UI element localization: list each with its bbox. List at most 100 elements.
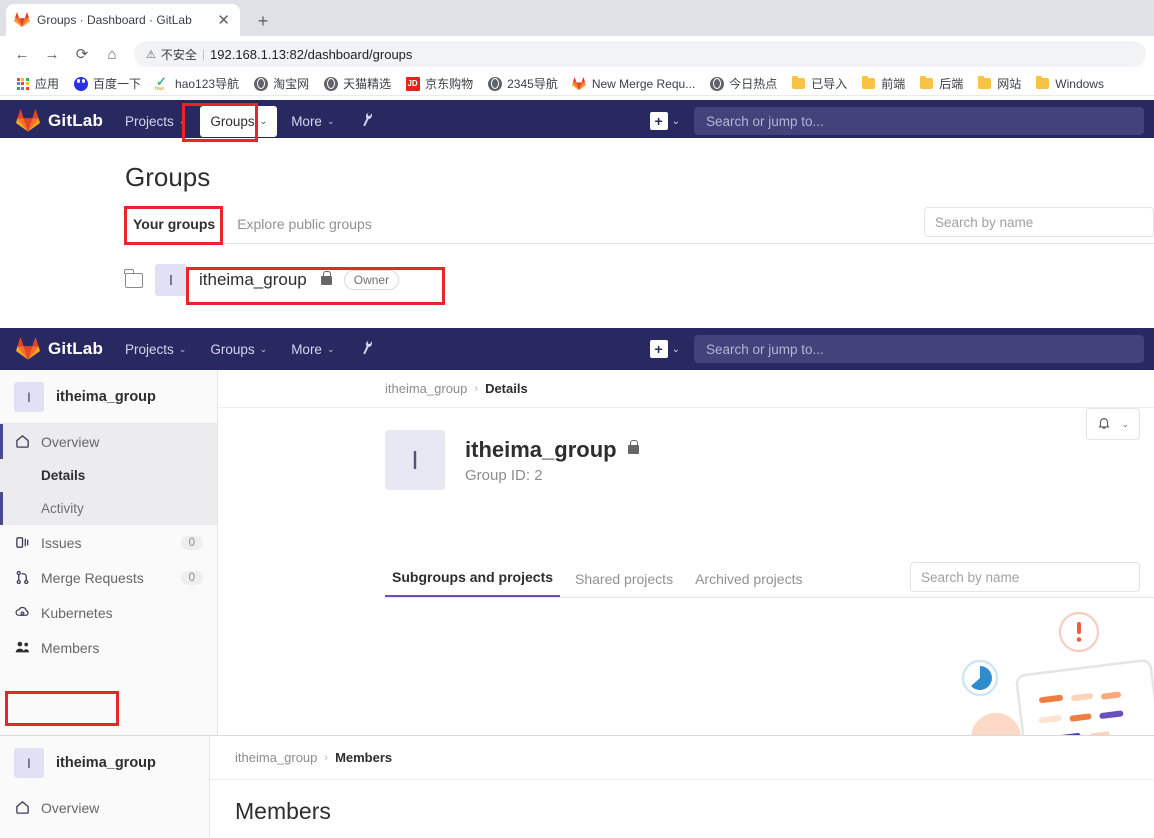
nav-projects-2[interactable]: Projects ⌄	[115, 334, 196, 365]
sidebar-item-details[interactable]: Details	[0, 459, 217, 492]
sidebar-item-activity[interactable]: Activity	[0, 492, 217, 525]
search-by-name-input-1[interactable]: Search by name	[924, 207, 1154, 237]
bookmark-tmall[interactable]: 天猫精选	[316, 73, 398, 95]
bookmark-2345[interactable]: 2345导航	[480, 73, 565, 95]
nav-groups-2[interactable]: Groups ⌄	[200, 334, 277, 365]
chevron-down-icon[interactable]: ⌄	[672, 344, 680, 355]
breadcrumb-current: Details	[485, 381, 528, 396]
tab-your-groups[interactable]: Your groups	[125, 216, 223, 243]
breadcrumb-3: itheima_group › Members	[210, 736, 1154, 780]
sidebar-item-overview-3[interactable]: Overview	[0, 790, 209, 825]
breadcrumb-root[interactable]: itheima_group	[385, 381, 467, 396]
nav-label: Projects	[125, 113, 174, 129]
sidebar-item-merge-requests[interactable]: Merge Requests 0	[0, 560, 217, 595]
gitlab-logo-link-2[interactable]: GitLab	[10, 337, 113, 361]
hao123-icon	[155, 74, 170, 92]
forward-icon[interactable]: →	[38, 40, 66, 68]
nav-projects-1[interactable]: Projects ⌄	[115, 106, 196, 137]
bookmark-taobao[interactable]: 淘宝网	[246, 73, 316, 95]
sidebar-item-label: Merge Requests	[41, 569, 144, 586]
sidebar-item-label: Overview	[41, 799, 100, 816]
jd-icon: JD	[405, 76, 420, 91]
breadcrumb: itheima_group › Details	[218, 370, 1154, 408]
wrench-icon[interactable]	[346, 328, 389, 369]
sidebar-item-overview[interactable]: Overview	[0, 424, 217, 459]
kubernetes-icon	[14, 605, 31, 620]
group-sidebar: I itheima_group Overview Details Activit…	[0, 370, 218, 735]
search-input-2[interactable]: Search or jump to...	[694, 335, 1144, 363]
folder-icon	[791, 76, 806, 91]
sidebar-item-kubernetes[interactable]: Kubernetes	[0, 595, 217, 630]
back-icon[interactable]: ←	[8, 40, 36, 68]
bookmark-folder-imported[interactable]: 已导入	[784, 73, 854, 95]
sidebar-item-label: Details	[41, 468, 86, 483]
tab-explore-public-groups[interactable]: Explore public groups	[229, 216, 380, 243]
search-input-1[interactable]: Search or jump to...	[694, 107, 1144, 135]
group-details-content: itheima_group › Details I itheima_group …	[218, 370, 1154, 735]
avatar: I	[155, 264, 187, 296]
wrench-icon[interactable]	[346, 100, 389, 141]
new-tab-button[interactable]: +	[250, 8, 276, 34]
lock-icon	[320, 270, 332, 285]
gitlab-navbar-2: GitLab Projects ⌄ Groups ⌄ More ⌄ + ⌄ Se…	[0, 328, 1154, 370]
omnibox-divider: |	[201, 47, 206, 61]
bookmark-new-merge-request[interactable]: New Merge Requ...	[565, 73, 702, 95]
navbar-right-2: + ⌄ Search or jump to...	[649, 335, 1144, 363]
bookmark-label: 天猫精选	[343, 77, 392, 91]
sidebar-item-label: Activity	[41, 501, 84, 516]
bookmark-apps[interactable]: 应用	[8, 73, 66, 95]
group-list-item[interactable]: I itheima_group Owner	[124, 256, 1154, 304]
tab-title: Groups · Dashboard · GitLab	[37, 13, 192, 27]
breadcrumb-separator: ›	[474, 382, 479, 395]
gitlab-logo-icon	[16, 337, 40, 361]
merge-request-icon	[14, 570, 31, 585]
chevron-down-icon: ⌄	[178, 343, 187, 354]
sidebar-overview-group: Overview Details Activity	[0, 424, 217, 525]
nav-more-1[interactable]: More ⌄	[281, 106, 344, 137]
search-by-name-input-2[interactable]: Search by name	[910, 562, 1140, 592]
members-page-title: Members	[235, 798, 331, 824]
new-item-icon[interactable]: +	[649, 112, 668, 130]
tab-shared-projects[interactable]: Shared projects	[568, 571, 680, 597]
home-icon[interactable]: ⌂	[98, 40, 126, 68]
status-badge: Owner	[343, 270, 400, 290]
nav-more-2[interactable]: More ⌄	[281, 334, 344, 365]
chevron-down-icon[interactable]: ⌄	[672, 116, 680, 127]
chevron-down-icon: ⌄	[178, 115, 187, 126]
sidebar-group-name: itheima_group	[56, 755, 156, 771]
globe-icon	[323, 76, 338, 91]
tab-subgroups-and-projects[interactable]: Subgroups and projects	[385, 569, 561, 597]
bookmark-hao123[interactable]: hao123导航	[148, 73, 246, 95]
group-details-panel: GitLab Projects ⌄ Groups ⌄ More ⌄ + ⌄ Se…	[0, 328, 1154, 735]
new-item-icon[interactable]: +	[649, 340, 668, 358]
bookmark-folder-backend[interactable]: 后端	[912, 73, 970, 95]
browser-tab[interactable]: Groups · Dashboard · GitLab ✕	[6, 4, 240, 36]
address-bar[interactable]: ⚠ 不安全 | 192.168.1.13:82/dashboard/groups	[134, 41, 1146, 67]
gitlab-logo-link[interactable]: GitLab	[10, 109, 113, 133]
nav-groups-1[interactable]: Groups ⌄	[200, 105, 278, 137]
reload-icon[interactable]: ⟳	[68, 40, 96, 68]
bookmark-jinri-redian[interactable]: 今日热点	[702, 73, 784, 95]
breadcrumb-root[interactable]: itheima_group	[235, 750, 317, 765]
sidebar-item-members[interactable]: Members	[0, 630, 217, 665]
bookmark-folder-frontend[interactable]: 前端	[854, 73, 912, 95]
bookmark-folder-windows[interactable]: Windows	[1028, 73, 1111, 95]
notification-settings-button[interactable]: ⌄	[1086, 408, 1140, 440]
url-text: 192.168.1.13:82/dashboard/groups	[210, 46, 413, 62]
sidebar-group-header-3[interactable]: I itheima_group	[0, 736, 209, 790]
sidebar-item-issues[interactable]: Issues 0	[0, 525, 217, 560]
sidebar-group-header[interactable]: I itheima_group	[0, 370, 217, 424]
bookmark-jd[interactable]: JD 京东购物	[398, 73, 480, 95]
bookmark-baidu[interactable]: 百度一下	[66, 73, 148, 95]
avatar: I	[385, 430, 445, 490]
page-title: Groups	[125, 162, 211, 192]
not-secure-warning-icon: ⚠	[146, 48, 156, 61]
group-content-tabs: Subgroups and projects Shared projects A…	[385, 560, 1154, 598]
close-icon[interactable]: ✕	[215, 13, 232, 28]
folder-icon	[861, 76, 876, 91]
home-icon	[14, 434, 31, 449]
lock-icon	[627, 440, 639, 454]
group-name-link[interactable]: itheima_group	[199, 270, 307, 290]
bookmark-folder-website[interactable]: 网站	[970, 73, 1028, 95]
tab-archived-projects[interactable]: Archived projects	[688, 571, 809, 597]
